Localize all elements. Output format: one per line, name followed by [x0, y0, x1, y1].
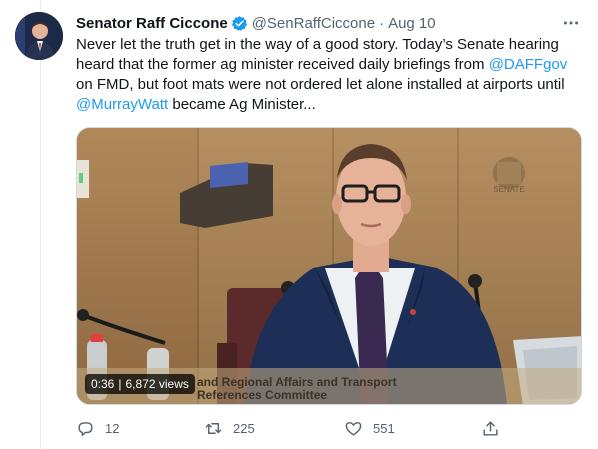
video-stats-badge: 0:36 | 6,872 views — [85, 374, 195, 394]
tweet[interactable]: Senator Raff Ciccone @SenRaffCiccone · A… — [0, 0, 598, 449]
tweet-text-part: Never let the truth get in the way of a … — [76, 36, 559, 73]
video-frame: SENATE — [77, 128, 581, 404]
retweet-button[interactable]: 225 — [204, 414, 255, 442]
video-caption: and Regional Affairs and Transport Refer… — [197, 376, 457, 404]
more-horizontal-icon[interactable] — [560, 12, 582, 34]
tweet-actions: 12 225 551 — [76, 414, 516, 442]
like-count: 551 — [373, 420, 395, 436]
reply-count: 12 — [105, 420, 120, 436]
mention-link-murraywatt[interactable]: @MurrayWatt — [76, 96, 168, 113]
reply-button[interactable]: 12 — [76, 414, 119, 442]
video-duration: 0:36 — [91, 377, 115, 391]
reply-icon — [78, 421, 93, 436]
retweet-icon — [205, 422, 222, 434]
author-handle[interactable]: @SenRaffCiccone — [252, 15, 375, 32]
crest-label: SENATE — [493, 185, 524, 194]
avatar[interactable] — [15, 12, 63, 60]
verified-badge-icon — [231, 15, 248, 32]
author-name[interactable]: Senator Raff Ciccone — [76, 15, 228, 32]
separator-dot: · — [379, 14, 385, 32]
retweet-count: 225 — [233, 420, 255, 436]
share-icon — [483, 420, 498, 436]
tweet-text-part: on FMD, but foot mats were not ordered l… — [76, 76, 565, 93]
caption-line-2: References Committee — [197, 388, 328, 402]
badge-separator: | — [118, 377, 122, 391]
tweet-text: Never let the truth get in the way of a … — [76, 35, 588, 115]
heart-icon — [345, 421, 362, 436]
video-views: 6,872 views — [125, 377, 189, 391]
video-player[interactable]: SENATE and Regional Affairs and Transpor… — [76, 127, 582, 405]
tweet-header: Senator Raff Ciccone @SenRaffCiccone · A… — [76, 12, 582, 34]
like-button[interactable]: 551 — [344, 414, 395, 442]
tweet-date[interactable]: Aug 10 — [388, 15, 436, 32]
share-button[interactable] — [481, 414, 510, 442]
tweet-text-part: became Ag Minister... — [168, 96, 316, 113]
mention-link-daffgov[interactable]: @DAFFgov — [489, 56, 568, 73]
